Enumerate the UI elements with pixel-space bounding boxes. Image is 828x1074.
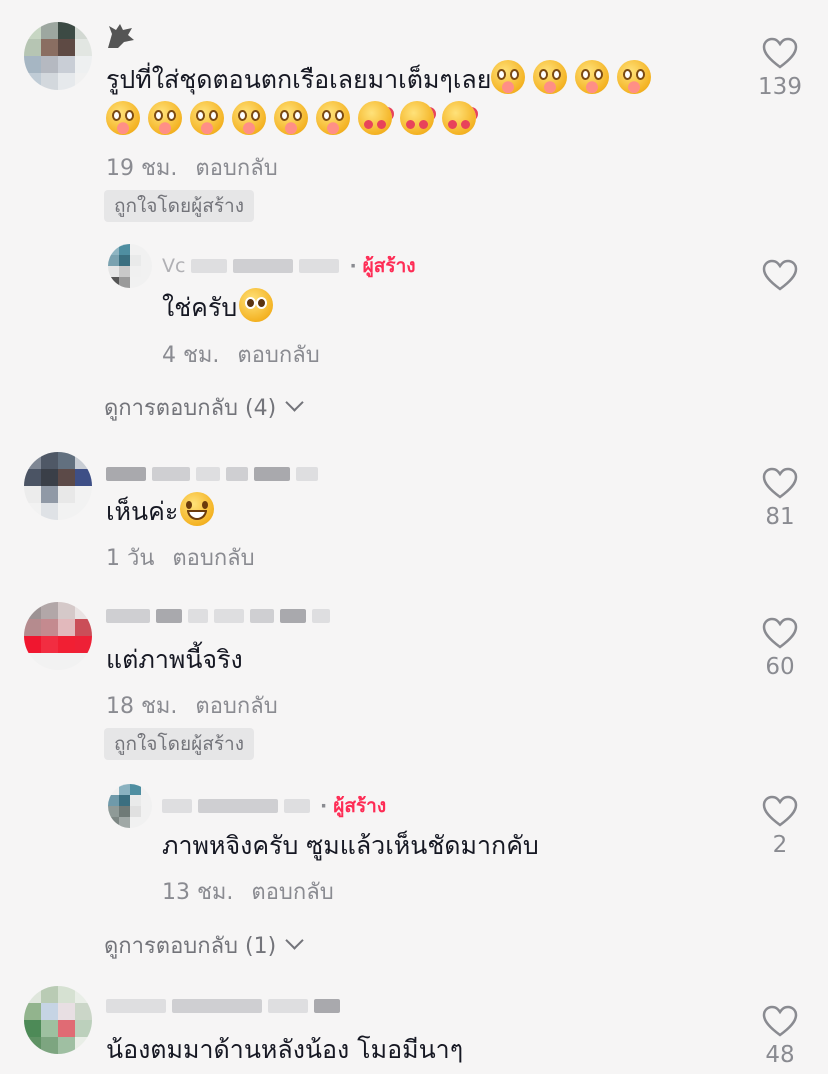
view-replies-button[interactable]: ดูการตอบกลับ (4) xyxy=(104,390,304,425)
like-count: 139 xyxy=(758,74,802,100)
comment-time: 18 ชม. xyxy=(106,694,178,719)
reply-avatar[interactable] xyxy=(108,244,152,288)
liked-by-creator-badge: ถูกใจโดยผู้สร้าง xyxy=(104,190,254,222)
reply-username[interactable]: Vc · ผู้สร้าง xyxy=(162,255,416,277)
emoji-icon xyxy=(533,60,568,94)
reply-avatar[interactable] xyxy=(108,784,152,828)
view-replies-button[interactable]: ดูการตอบกลับ (1) xyxy=(104,928,304,963)
emoji-icon xyxy=(491,60,526,94)
emoji-icon xyxy=(232,101,266,135)
reply-button[interactable]: ตอบกลับ xyxy=(172,546,254,571)
like-count: 48 xyxy=(765,1042,795,1068)
like-count: 81 xyxy=(765,504,795,530)
chevron-down-icon xyxy=(285,393,304,412)
reply-button[interactable]: ตอบกลับ xyxy=(251,880,333,905)
heart-outline-icon xyxy=(762,37,798,69)
like-button[interactable] xyxy=(745,258,815,292)
emoji-icon xyxy=(442,101,476,135)
emoji-icon xyxy=(274,101,308,135)
username[interactable] xyxy=(106,608,336,624)
emoji-icon xyxy=(400,101,434,135)
like-button[interactable]: 60 xyxy=(745,616,815,680)
heart-outline-icon xyxy=(762,467,798,499)
reply-time: 4 ชม. xyxy=(162,343,220,368)
liked-by-creator-badge: ถูกใจโดยผู้สร้าง xyxy=(104,728,254,760)
reply-button[interactable]: ตอบกลับ xyxy=(195,156,277,181)
comment-time: 1 วัน xyxy=(106,546,155,571)
like-button[interactable]: 48 xyxy=(745,1004,815,1068)
reply-button[interactable]: ตอบกลับ xyxy=(195,694,277,719)
heart-outline-icon xyxy=(762,1005,798,1037)
username[interactable] xyxy=(106,998,346,1014)
heart-outline-icon xyxy=(762,795,798,827)
emoji-icon xyxy=(190,101,224,135)
reply-meta: 4 ชม. ตอบกลับ xyxy=(162,337,320,372)
reply-time: 13 ชม. xyxy=(162,880,234,905)
reply-text: ภาพหจิงครับ ซูมแล้วเห็นชัดมากคับ xyxy=(162,831,539,860)
reply-username[interactable]: · ผู้สร้าง xyxy=(162,795,386,817)
emoji-icon xyxy=(106,101,140,135)
like-button[interactable]: 139 xyxy=(745,36,815,100)
heart-outline-icon xyxy=(762,617,798,649)
emoji-icon xyxy=(358,101,392,135)
username[interactable] xyxy=(106,466,324,482)
emoji-icon xyxy=(617,60,652,94)
emoji-icon xyxy=(575,60,610,94)
like-count: 2 xyxy=(772,832,788,858)
heart-outline-icon xyxy=(762,259,798,291)
comment-meta: 19 ชม. ตอบกลับ xyxy=(106,150,278,185)
creator-label: · ผู้สร้าง xyxy=(349,255,416,277)
creator-label: · ผู้สร้าง xyxy=(320,795,387,817)
like-button[interactable]: 2 xyxy=(745,794,815,858)
like-button[interactable]: 81 xyxy=(745,466,815,530)
comment-text: รูปที่ใส่ชุดตอนตกเรือเลยมาเต็มๆเลย xyxy=(106,60,659,100)
chevron-down-icon xyxy=(285,931,304,950)
comment-text: เห็นค่ะ xyxy=(106,492,222,532)
emoji-icon xyxy=(148,101,182,135)
comment-text-line2 xyxy=(106,101,484,141)
username-wolf-icon[interactable] xyxy=(106,22,136,50)
reply-button[interactable]: ตอบกลับ xyxy=(237,343,319,368)
avatar[interactable] xyxy=(24,602,92,670)
emoji-icon xyxy=(316,101,350,135)
avatar[interactable] xyxy=(24,452,92,520)
emoji-icon xyxy=(180,492,215,526)
avatar[interactable] xyxy=(24,22,92,90)
comment-text: แต่ภาพนี้จริง xyxy=(106,645,243,674)
avatar[interactable] xyxy=(24,986,92,1054)
like-count: 60 xyxy=(765,654,795,680)
comment-meta: 1 วัน ตอบกลับ xyxy=(106,540,255,575)
reply-text: ใช่ครับ xyxy=(162,288,281,328)
reply-meta: 13 ชม. ตอบกลับ xyxy=(162,874,334,909)
comment-text: น้องตมมาด้านหลังน้อง โมอมีนาๆ xyxy=(106,1035,464,1064)
comment-meta: 18 ชม. ตอบกลับ xyxy=(106,688,278,723)
comment-time: 19 ชม. xyxy=(106,156,178,181)
emoji-icon xyxy=(239,288,274,322)
